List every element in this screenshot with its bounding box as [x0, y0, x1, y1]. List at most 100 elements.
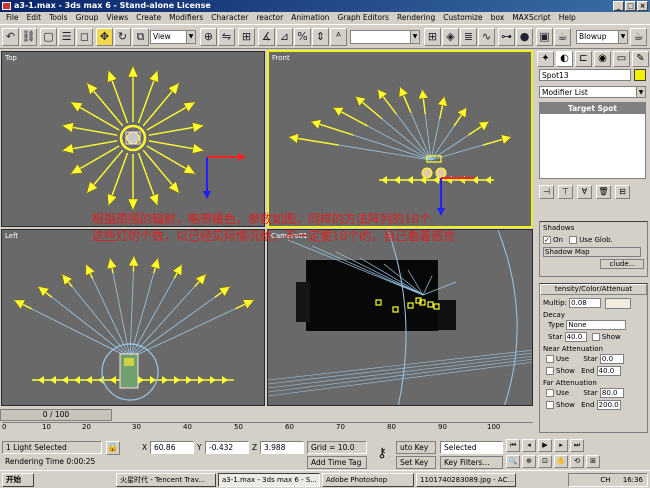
configure-sets-icon[interactable]: ⊟	[615, 185, 630, 199]
z-coordinate-input[interactable]: 3.988	[260, 441, 304, 454]
decay-show-checkbox[interactable]	[591, 333, 600, 341]
select-by-name-icon[interactable]: ☰	[58, 28, 75, 46]
far-show-checkbox[interactable]	[546, 401, 554, 409]
modifier-stack[interactable]: Target Spot	[539, 102, 646, 179]
add-time-tag-button[interactable]: Add Time Tag	[307, 456, 367, 469]
menu-modifiers[interactable]: Modifiers	[165, 12, 207, 24]
pin-stack-icon[interactable]: ⊣	[539, 185, 554, 199]
zoom-icon[interactable]: 🔍	[506, 455, 520, 468]
use-global-checkbox[interactable]	[569, 236, 578, 244]
arc-rotate-icon[interactable]: ⟲	[570, 455, 584, 468]
display-tab-icon[interactable]: ▭	[613, 51, 630, 67]
viewport-left[interactable]: Left	[1, 229, 265, 406]
intensity-rollout-title[interactable]: tensity/Color/Attenuat	[540, 284, 647, 295]
pan-icon[interactable]: ✋	[554, 455, 568, 468]
go-to-end-icon[interactable]: ⏭	[570, 439, 584, 452]
select-link-icon[interactable]: ⛓	[20, 28, 37, 46]
task-photoshop[interactable]: Adobe Photoshop	[322, 473, 414, 487]
select-region-icon[interactable]: ◻	[76, 28, 93, 46]
render-type-select[interactable]: Blowup ▼	[576, 30, 628, 44]
viewport-top[interactable]: Top	[1, 51, 265, 227]
render-last-icon[interactable]: ☕	[630, 28, 647, 46]
menu-box[interactable]: box	[487, 12, 509, 24]
language-indicator[interactable]: CH	[600, 476, 610, 484]
utilities-tab-icon[interactable]: ✎	[632, 51, 649, 67]
undo-icon[interactable]: ↶	[2, 28, 19, 46]
menu-views[interactable]: Views	[102, 12, 132, 24]
near-end-input[interactable]: 40.0	[596, 366, 621, 376]
maximize-button[interactable]: □	[625, 1, 636, 11]
menu-create[interactable]: Create	[132, 12, 165, 24]
multiplier-input[interactable]: 0.08	[569, 298, 602, 308]
mirror-icon[interactable]: ⇋	[218, 28, 235, 46]
menu-file[interactable]: File	[2, 12, 23, 24]
pivot-center-icon[interactable]: ⊕	[200, 28, 217, 46]
time-slider[interactable]: 0 / 100	[0, 409, 112, 421]
light-color-swatch[interactable]	[605, 297, 632, 309]
shadows-on-checkbox[interactable]: ✓	[543, 236, 551, 244]
shadow-type-select[interactable]: Shadow Map	[543, 247, 641, 257]
far-end-input[interactable]: 200.0	[596, 400, 621, 410]
mirror-tool-icon[interactable]: ⊞	[424, 28, 441, 46]
task-acdsee[interactable]: 1101740283089.jpg - AC...	[416, 473, 516, 487]
near-show-checkbox[interactable]	[546, 367, 554, 375]
show-end-result-icon[interactable]: ⊤	[558, 185, 573, 199]
zoom-extents-icon[interactable]: ⊡	[538, 455, 552, 468]
select-scale-icon[interactable]: ⧉	[132, 28, 149, 46]
axis-constraint-icon[interactable]: ⊞	[238, 28, 255, 46]
next-frame-icon[interactable]: ▸	[554, 439, 568, 452]
stack-item-target-spot[interactable]: Target Spot	[540, 103, 645, 114]
spinner-snap-icon[interactable]: ⇕	[312, 28, 329, 46]
menu-edit[interactable]: Edit	[23, 12, 46, 24]
hierarchy-tab-icon[interactable]: ⊏	[575, 51, 592, 67]
key-filters-button[interactable]: Key Filters...	[440, 456, 503, 469]
remove-modifier-icon[interactable]: 🗑	[596, 185, 611, 199]
modify-tab-icon[interactable]: ◐	[556, 51, 573, 67]
schematic-view-icon[interactable]: ⊶	[498, 28, 515, 46]
object-name-field[interactable]: Spot13	[539, 69, 631, 81]
menu-graph-editors[interactable]: Graph Editors	[333, 12, 393, 24]
auto-key-button[interactable]: uto Key	[396, 441, 436, 454]
key-selection-select[interactable]: Selected	[440, 441, 503, 454]
far-use-checkbox[interactable]	[546, 389, 554, 397]
near-start-input[interactable]: 0.0	[599, 354, 624, 364]
maximize-viewport-icon[interactable]: ⊞	[586, 455, 600, 468]
named-selection-set-select[interactable]: ▼	[350, 30, 420, 44]
menu-help[interactable]: Help	[555, 12, 580, 24]
y-coordinate-input[interactable]: -0.432	[205, 441, 249, 454]
snap-3d-icon[interactable]: ∡	[258, 28, 275, 46]
select-rotate-icon[interactable]: ↻	[114, 28, 131, 46]
exclude-button[interactable]: clude...	[600, 259, 644, 269]
menu-customize[interactable]: Customize	[439, 12, 486, 24]
select-object-icon[interactable]: ▢	[40, 28, 57, 46]
viewport-camera[interactable]: Camera01	[267, 229, 533, 406]
close-button[interactable]: ×	[637, 1, 648, 11]
decay-start-input[interactable]: 40.0	[564, 332, 587, 342]
x-coordinate-input[interactable]: 60.86	[150, 441, 194, 454]
menu-rendering[interactable]: Rendering	[393, 12, 439, 24]
curve-editor-icon[interactable]: ∿	[478, 28, 495, 46]
angle-snap-icon[interactable]: ⊿	[276, 28, 293, 46]
named-selection-icon[interactable]: ᴬ	[330, 28, 347, 46]
modifier-list-select[interactable]: Modifier List ▼	[539, 86, 646, 98]
go-to-start-icon[interactable]: ⏮	[506, 439, 520, 452]
task-3ds-max[interactable]: a3-1.max - 3ds max 6 - S...	[218, 473, 320, 487]
start-button[interactable]: 开始	[2, 473, 34, 487]
select-move-icon[interactable]: ✥	[96, 28, 113, 46]
minimize-button[interactable]: _	[613, 1, 624, 11]
previous-frame-icon[interactable]: ◂	[522, 439, 536, 452]
track-ruler[interactable]: 0 10 20 30 40 50 60 70 80 90 100	[2, 422, 533, 436]
task-tencent-traveler[interactable]: 火星时代 - Tencent Trav...	[116, 473, 216, 487]
set-key-button[interactable]: Set Key	[396, 456, 436, 469]
play-icon[interactable]: ▶	[538, 439, 552, 452]
layer-manager-icon[interactable]: ≣	[460, 28, 477, 46]
decay-type-select[interactable]: None	[566, 320, 627, 330]
make-unique-icon[interactable]: ∀	[577, 185, 592, 199]
lock-selection-icon[interactable]: 🔒	[106, 441, 120, 455]
viewport-front[interactable]: Front	[267, 50, 533, 228]
quick-render-icon[interactable]: ☕	[554, 28, 571, 46]
key-mode-icon[interactable]: ⚷	[372, 442, 392, 466]
render-scene-icon[interactable]: ▣	[536, 28, 553, 46]
menu-tools[interactable]: Tools	[45, 12, 71, 24]
menu-reactor[interactable]: reactor	[252, 12, 287, 24]
